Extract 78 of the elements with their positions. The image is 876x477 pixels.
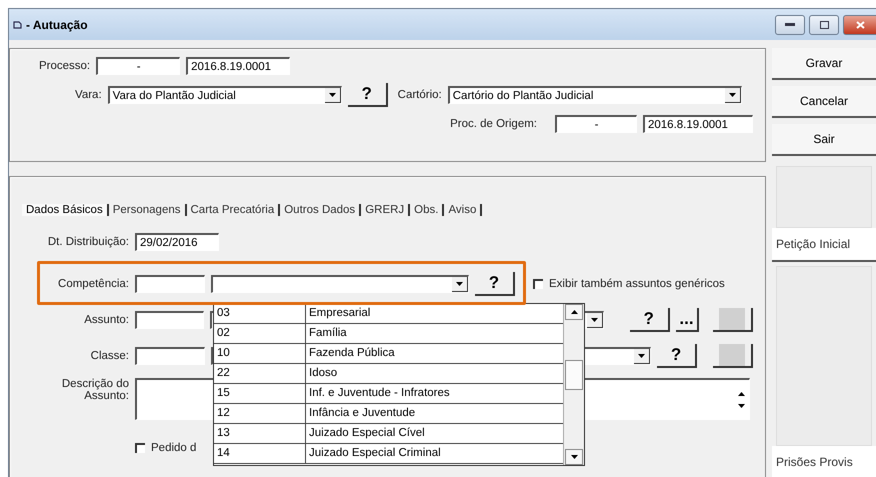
tree-button[interactable] — [713, 308, 754, 332]
name-cell[interactable]: Juizado Especial Cível — [306, 424, 563, 443]
side-tab[interactable]: Prisões Provis — [772, 446, 876, 477]
down-arrow-icon — [738, 404, 745, 408]
name-cell[interactable]: Juizado Especial Criminal — [306, 444, 563, 463]
down-arrow-icon — [456, 282, 463, 286]
code-cell[interactable]: 10 — [214, 344, 306, 363]
code-cell[interactable]: 03 — [214, 304, 306, 323]
action-button[interactable]: Sair — [772, 124, 876, 156]
down-arrow-icon — [728, 93, 736, 97]
tab[interactable]: Personagens — [108, 204, 186, 216]
combo-box[interactable]: Cartório do Plantão Judicial — [448, 86, 742, 104]
checkbox-label: Exibir também assuntos genéricos — [549, 278, 725, 290]
text-field[interactable]: - — [555, 115, 637, 133]
name-cell[interactable]: Infância e Juventude — [306, 404, 563, 423]
help-button[interactable]: ? — [657, 344, 698, 368]
more-button[interactable]: ... — [676, 308, 700, 332]
maximize-icon — [820, 20, 828, 28]
combo-box[interactable]: Vara do Plantão Judicial — [108, 86, 342, 104]
code-field[interactable] — [135, 347, 205, 365]
close-button[interactable] — [843, 14, 876, 34]
name-cell[interactable]: Família — [306, 324, 563, 343]
field-label: Assunto: — [83, 314, 129, 326]
field-label: Dt. Distribuição: — [46, 236, 129, 248]
window-title: - Autuação — [26, 18, 88, 32]
checkbox-label: Pedido d — [151, 442, 196, 454]
scrollbar[interactable] — [563, 304, 584, 465]
code-field[interactable] — [135, 311, 204, 329]
tab[interactable]: Outros Dados — [280, 204, 362, 216]
action-button[interactable]: Cancelar — [772, 86, 876, 118]
side-tab[interactable]: Petição Inicial — [772, 228, 876, 262]
checkbox[interactable] — [135, 443, 145, 453]
text-field[interactable]: 2016.8.19.0001 — [643, 115, 753, 133]
minimize-button[interactable] — [775, 14, 805, 34]
tab[interactable]: Dados Básicos — [22, 204, 109, 216]
name-cell[interactable]: Idoso — [306, 364, 563, 383]
date-field[interactable]: 29/02/2016 — [135, 233, 219, 251]
down-arrow-icon — [591, 318, 598, 322]
help-button[interactable]: ? — [630, 308, 670, 332]
code-cell[interactable]: 15 — [214, 384, 306, 403]
field-label: Competência: — [57, 278, 129, 290]
code-cell[interactable]: 02 — [214, 324, 306, 343]
down-arrow-icon — [328, 93, 336, 97]
tab[interactable]: Obs. — [410, 204, 444, 216]
field-label: Vara: — [75, 89, 102, 101]
code-field[interactable] — [135, 275, 205, 293]
name-cell[interactable]: Fazenda Pública — [306, 344, 563, 363]
name-cell[interactable]: Inf. e Juventude - Infratores — [306, 384, 563, 403]
code-cell[interactable]: 22 — [214, 364, 306, 383]
field-label: Proc. de Origem: — [450, 118, 537, 130]
minimize-icon — [785, 23, 795, 26]
down-arrow-icon — [638, 354, 646, 358]
text-field[interactable]: - — [96, 57, 180, 75]
combo-box[interactable] — [211, 275, 469, 293]
field-label: Processo: — [39, 60, 90, 72]
app-icon — [13, 20, 23, 29]
field-label: Descrição do Assunto: — [60, 378, 129, 402]
text-field[interactable]: 2016.8.19.0001 — [186, 57, 290, 75]
down-arrow-icon — [570, 455, 578, 459]
code-cell[interactable]: 13 — [214, 424, 306, 443]
tree-button[interactable] — [713, 344, 754, 368]
help-button[interactable]: ? — [348, 83, 388, 107]
tab[interactable]: Aviso — [444, 204, 482, 216]
code-cell[interactable]: 12 — [214, 404, 306, 423]
code-cell[interactable]: 14 — [214, 444, 306, 463]
tab[interactable]: GRERJ — [361, 204, 410, 216]
field-label: Classe: — [90, 350, 129, 362]
up-arrow-icon — [570, 310, 578, 314]
scroll-thumb[interactable] — [565, 360, 583, 390]
close-icon — [856, 20, 864, 28]
maximize-button[interactable] — [809, 14, 839, 34]
name-cell[interactable]: Empresarial — [306, 304, 563, 323]
action-button[interactable]: Gravar — [772, 48, 876, 80]
tab[interactable]: Carta Precatória — [186, 204, 280, 216]
help-button[interactable]: ? — [475, 272, 515, 296]
up-arrow-icon — [738, 392, 745, 396]
checkbox[interactable] — [533, 279, 543, 289]
field-label: Cartório: — [398, 89, 442, 101]
